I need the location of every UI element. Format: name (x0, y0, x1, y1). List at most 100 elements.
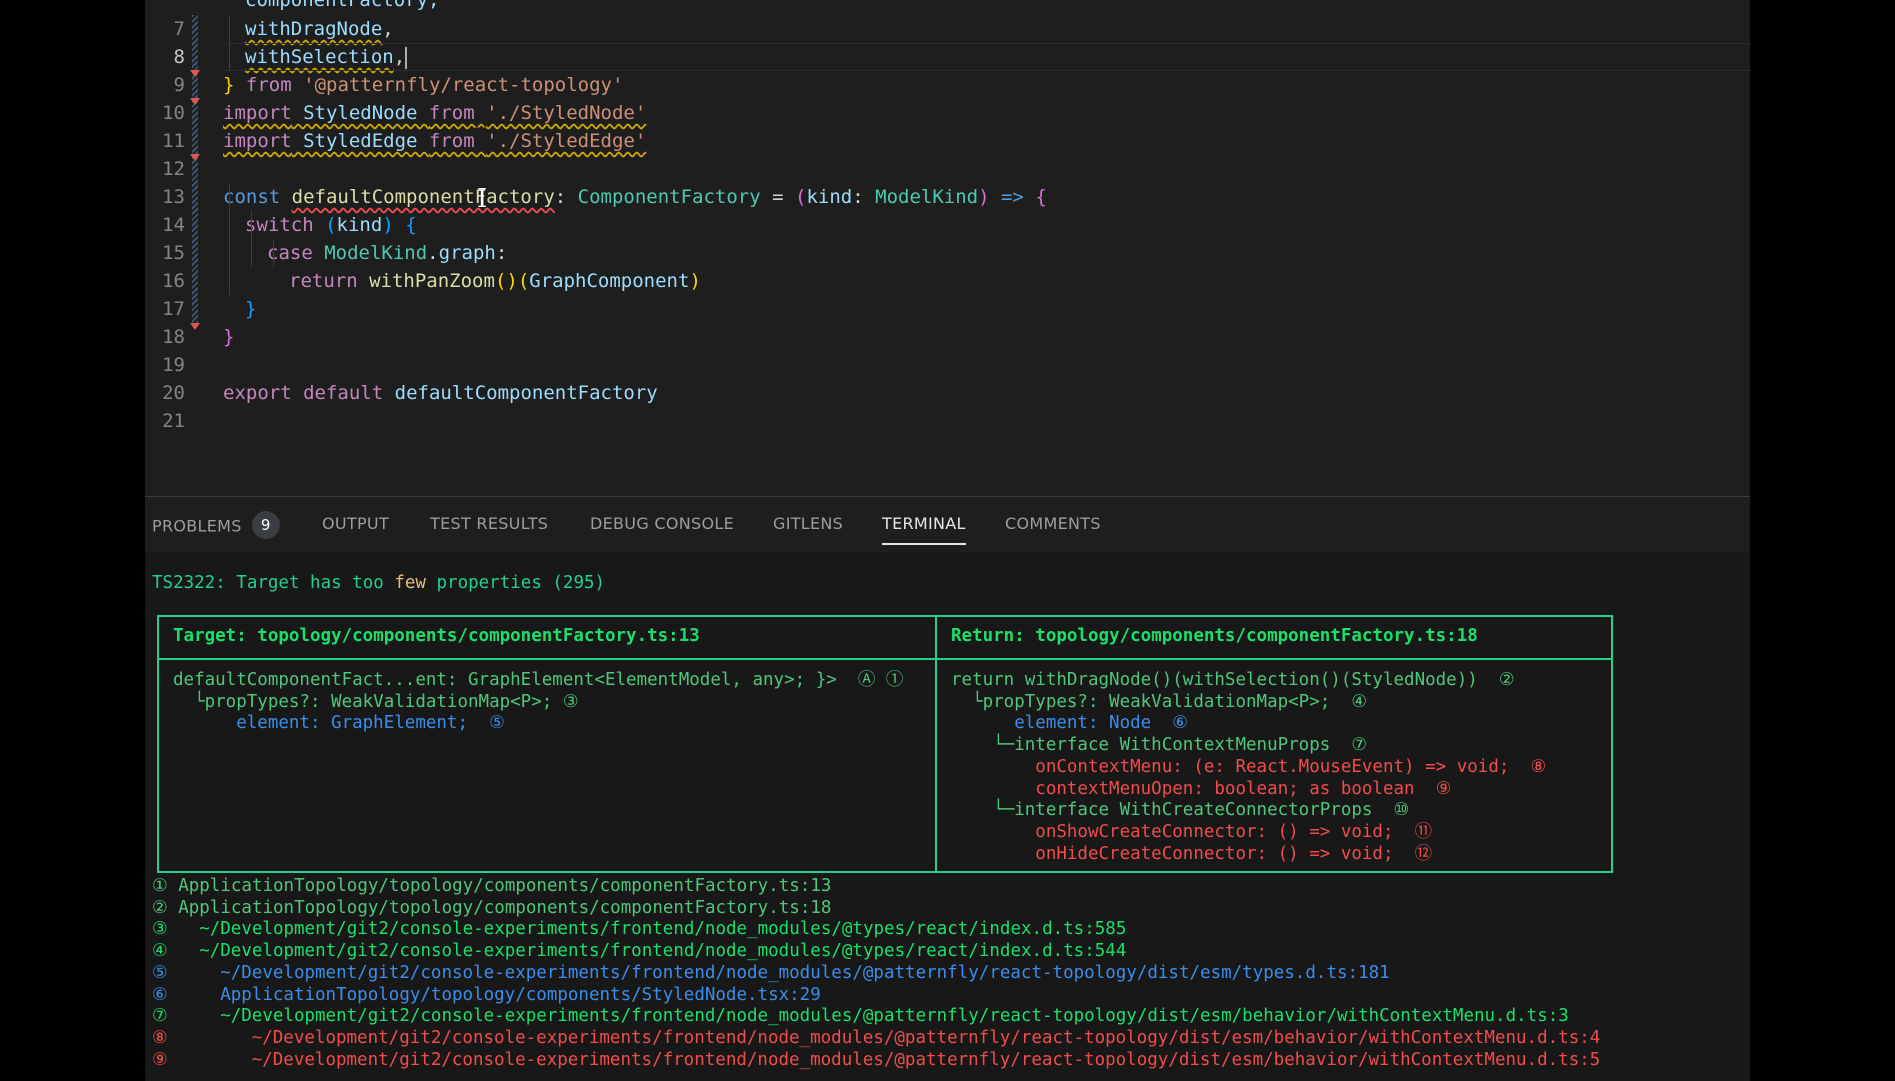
code-token: ( (795, 186, 807, 208)
code-line[interactable]: } (245, 295, 256, 323)
code-line[interactable]: import StyledNode from './StyledNode' (223, 99, 646, 127)
code-line[interactable]: const defaultComponentFactory: Component… (223, 183, 1047, 211)
code-token: ModelKind (875, 186, 979, 208)
git-deletion-marker[interactable] (190, 98, 200, 105)
git-change-bar[interactable] (192, 15, 198, 323)
code-token: } (245, 298, 257, 320)
tab-output[interactable]: OUTPUT (322, 513, 389, 543)
code-line[interactable]: switch (kind) { (245, 211, 417, 239)
code-line[interactable]: } (223, 323, 234, 351)
code-line[interactable]: return withPanZoom()(GraphComponent) (289, 267, 701, 295)
return-line: return withDragNode()(withSelection()(St… (951, 670, 1515, 690)
footnote-row[interactable]: ① ApplicationTopology/topology/components… (152, 875, 831, 897)
footnote-row[interactable]: ⑨ ~/Development/git2/console-experiments/… (152, 1049, 1600, 1071)
footnote-row[interactable]: ② ApplicationTopology/topology/components… (152, 897, 831, 919)
footnote-row[interactable]: ⑧ ~/Development/git2/console-experiments/… (152, 1027, 1600, 1049)
git-deletion-marker[interactable] (190, 70, 200, 77)
footnote-path[interactable]: ~/Development/git2/console-experiments/f… (220, 963, 1389, 983)
comparison-table: Target: topology/components/componentFac… (157, 615, 1613, 873)
code-token: ) (978, 186, 990, 208)
code-line-partial: componentFactory, (245, 0, 439, 14)
footnote-row[interactable]: ④ ~/Development/git2/console-experiments/… (152, 940, 1126, 962)
code-token: ComponentFactory (577, 186, 761, 208)
footnote-path[interactable]: ~/Development/git2/console-experiments/f… (199, 941, 1126, 961)
footnote-path[interactable]: ~/Development/git2/console-experiments/f… (252, 1028, 1601, 1048)
line-number: 8 (173, 46, 185, 68)
git-deletion-marker[interactable] (190, 154, 200, 161)
code-token: . (427, 242, 439, 264)
tab-comments[interactable]: COMMENTS (1005, 513, 1101, 543)
code-line[interactable]: withDragNode, (245, 15, 394, 43)
code-token: : (495, 242, 508, 264)
code-token: StyledNode (291, 102, 429, 124)
footnote-path[interactable]: ApplicationTopology/topology/components/… (178, 898, 831, 918)
footnote-path[interactable]: ~/Development/git2/console-experiments/f… (199, 919, 1126, 939)
return-line: onContextMenu: (e: React.MouseEvent) => … (951, 756, 1547, 777)
code-token: ) (689, 270, 701, 292)
footnote-row[interactable]: ③ ~/Development/git2/console-experiments/… (152, 918, 1126, 940)
return-line: └propTypes?: WeakValidationMap<P>; ④ (951, 691, 1368, 712)
line-number: 15 (162, 242, 185, 264)
code-line[interactable]: case ModelKind.graph: (267, 239, 507, 267)
return-header: Return: topology/components/componentFac… (951, 626, 1478, 646)
tab-label: COMMENTS (1005, 514, 1101, 533)
code-token: const (223, 186, 281, 208)
line-number: 14 (162, 214, 185, 236)
code-line[interactable]: export default defaultComponentFactory (223, 379, 658, 407)
code-token: = (760, 186, 796, 208)
code-token: defaultComponentFactory (291, 186, 555, 208)
target-line: defaultComponentFact...ent: GraphElement… (173, 670, 904, 690)
tab-label: GITLENS (773, 514, 844, 533)
text-cursor-icon: I (477, 184, 488, 214)
tab-gitlens[interactable]: GITLENS (773, 513, 843, 543)
code-token: defaultComponentFactory (394, 382, 658, 404)
footnote-row[interactable]: ⑦ ~/Development/git2/console-experiments/… (152, 1005, 1569, 1027)
code-token: ( (517, 270, 530, 292)
indent-guide (229, 183, 230, 295)
error-title: TS2322: Target has too (152, 573, 384, 593)
footnote-path[interactable]: ApplicationTopology/topology/components/… (178, 876, 831, 896)
footnote-path[interactable]: ApplicationTopology/topology/components/… (220, 985, 821, 1005)
tab-label: OUTPUT (322, 514, 390, 533)
footnote-number: ⑦ (152, 1006, 168, 1027)
partial-text: componentFactory, (245, 0, 440, 11)
line-number: 20 (162, 382, 185, 404)
code-token: './StyledNode' (486, 102, 647, 124)
return-line: onHideCreateConnector: () => void; ⑫ (951, 843, 1433, 864)
footnote-number: ⑤ (152, 962, 168, 983)
code-line[interactable]: import StyledEdge from './StyledEdge' (223, 127, 646, 155)
tab-debug-console[interactable]: DEBUG CONSOLE (590, 513, 734, 543)
target-line: element: GraphElement; ⑤ (173, 713, 505, 734)
footnote-path[interactable]: ~/Development/git2/console-experiments/f… (252, 1050, 1601, 1070)
line-number: 11 (162, 130, 185, 152)
git-deletion-marker[interactable] (190, 323, 200, 330)
code-token: ( (325, 214, 337, 236)
line-number: 19 (162, 354, 185, 376)
code-token: StyledEdge (291, 130, 429, 152)
footnote-path[interactable]: ~/Development/git2/console-experiments/f… (220, 1006, 1569, 1026)
tab-terminal[interactable]: TERMINAL (882, 513, 966, 545)
line-number: 16 (162, 270, 185, 292)
code-token: } (223, 326, 235, 348)
return-line: contextMenuOpen: boolean; as boolean ⑨ (951, 778, 1452, 799)
return-line: └─interface WithContextMenuProps ⑦ (951, 735, 1368, 756)
code-line[interactable]: } from '@patternfly/react-topology' (223, 71, 623, 99)
code-token: ModelKind (324, 242, 428, 264)
footnote-row[interactable]: ⑤ ~/Development/git2/console-experiments/… (152, 962, 1390, 984)
target-line: └propTypes?: WeakValidationMap<P>; ③ (173, 691, 579, 712)
code-token: graph (438, 242, 496, 264)
target-header: Target: topology/components/componentFac… (173, 626, 700, 646)
tab-test-results[interactable]: TEST RESULTS (430, 513, 548, 543)
code-token: : (554, 186, 578, 208)
tab-problems[interactable]: PROBLEMS 9 (152, 511, 280, 543)
footnote-row[interactable]: ⑥ ApplicationTopology/topology/components… (152, 984, 821, 1006)
code-editor[interactable]: componentFactory, 7 withDragNode, 8 withSel… (145, 0, 1750, 496)
terminal-output[interactable]: TS2322: Target has too few properties (2… (145, 552, 1750, 1081)
